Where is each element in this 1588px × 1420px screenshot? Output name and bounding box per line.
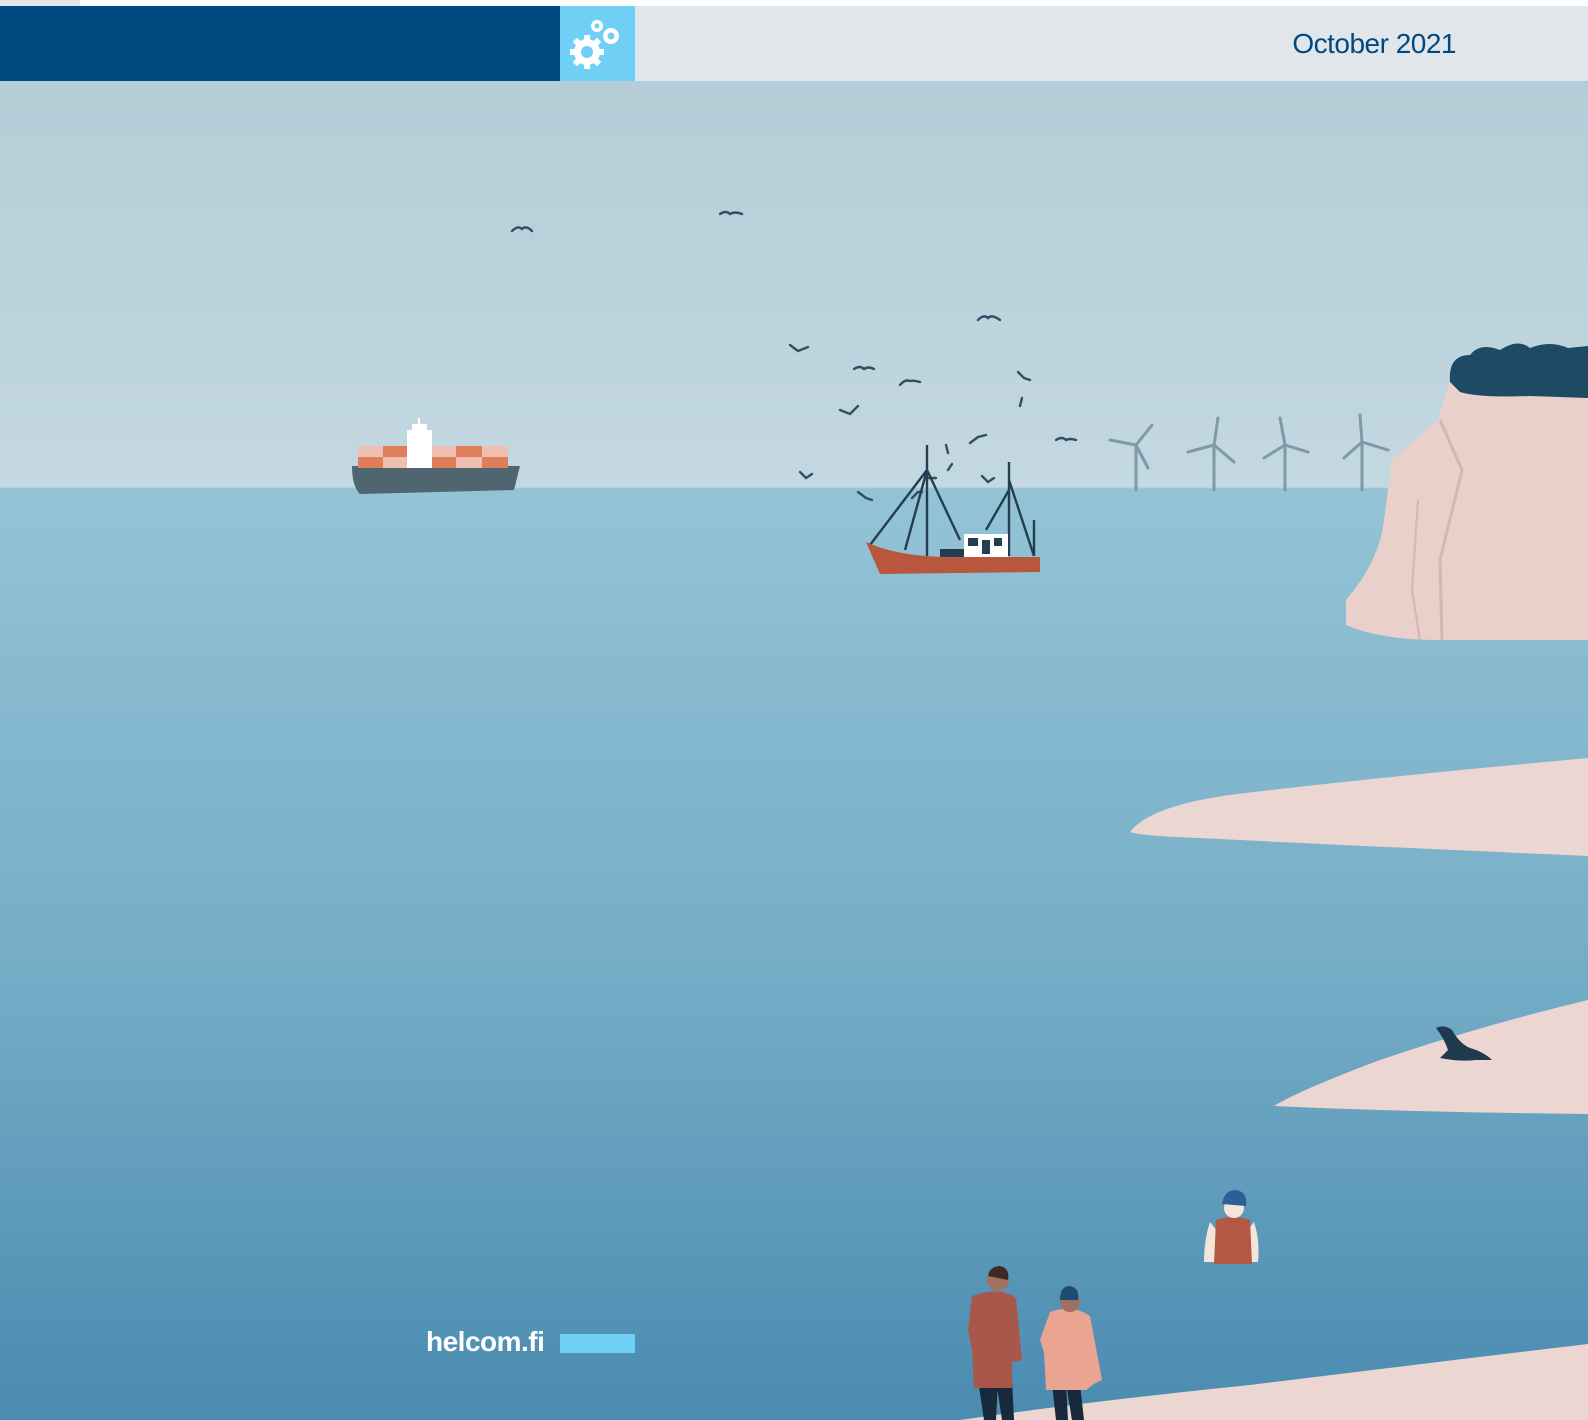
header-navy-block	[0, 6, 560, 81]
corner-decoration	[0, 0, 80, 6]
publication-date: October 2021	[1292, 28, 1456, 59]
header-bar: October 2021	[0, 6, 1588, 81]
gears-icon-box	[560, 6, 635, 81]
gears-icon	[569, 19, 619, 69]
sky	[0, 81, 1588, 488]
sea-illustration	[0, 81, 1588, 1420]
website-url[interactable]: helcom.fi	[426, 1326, 545, 1358]
sea	[0, 488, 1588, 1420]
footer-accent-bar	[560, 1334, 635, 1353]
